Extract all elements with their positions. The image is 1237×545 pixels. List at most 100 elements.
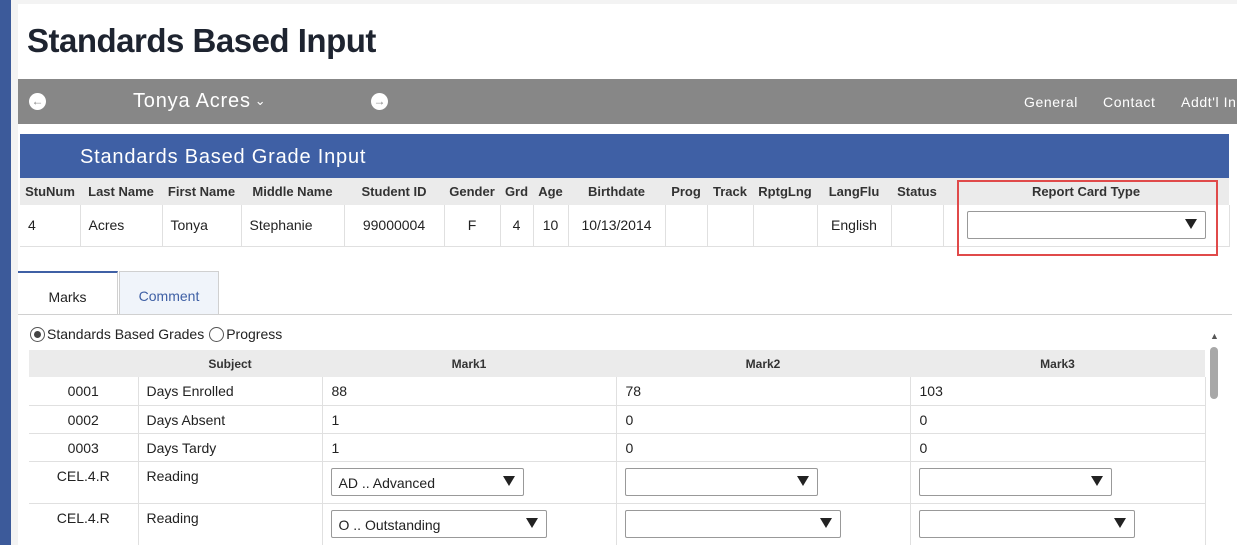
cell-age: 10: [533, 205, 569, 247]
radio-label-standards: Standards Based Grades: [47, 326, 205, 342]
dropdown-caret-icon: [796, 475, 809, 486]
row-mark2[interactable]: 0: [616, 433, 911, 462]
mark2-select[interactable]: [624, 509, 841, 538]
row-mark2-cell: [616, 461, 911, 504]
row-subject: Days Enrolled: [138, 377, 323, 406]
header-grade: Grd: [500, 178, 533, 205]
next-student-icon[interactable]: →: [371, 93, 388, 110]
mark1-select-value: AD .. Advanced: [338, 474, 436, 491]
radio-progress[interactable]: [209, 326, 225, 342]
mark2-select[interactable]: [624, 467, 818, 496]
cell-stunum: 4: [20, 205, 81, 247]
row-mark1[interactable]: 1: [322, 405, 617, 434]
row-code: 0002: [29, 405, 139, 434]
dropdown-caret-icon: [1090, 475, 1103, 486]
marks-header: Subject Mark1 Mark2 Mark3: [29, 350, 1205, 377]
header-status: Status: [891, 178, 943, 205]
header-stunum: StuNum: [20, 178, 80, 205]
tab-comment[interactable]: Comment: [119, 271, 219, 315]
tab-marks[interactable]: Marks: [18, 271, 118, 315]
header-mark2: Mark2: [616, 350, 910, 377]
student-selector[interactable]: Tonya Acres ⌄: [133, 90, 266, 113]
mark3-select[interactable]: [918, 509, 1135, 538]
marks-table: Subject Mark1 Mark2 Mark3 0001 Days Enro…: [29, 350, 1206, 545]
header-rptglng: RptgLng: [753, 178, 817, 205]
previous-student-icon[interactable]: ←: [29, 93, 46, 110]
row-mark1-cell: O .. Outstanding: [322, 503, 617, 545]
scroll-up-icon[interactable]: ▲: [1210, 331, 1219, 341]
cell-status: [891, 205, 944, 247]
row-code: CEL.4.R: [29, 461, 139, 504]
header-track: Track: [707, 178, 753, 205]
cell-langflu: English: [817, 205, 892, 247]
header-birthdate: Birthdate: [568, 178, 665, 205]
row-subject: Days Tardy: [138, 433, 323, 462]
dropdown-caret-icon: [1113, 517, 1126, 528]
row-mark3-cell: [910, 461, 1206, 504]
row-mark3[interactable]: 0: [910, 433, 1206, 462]
header-last-name: Last Name: [80, 178, 162, 205]
page-container: Standards Based Input ← Tonya Acres ⌄ → G…: [18, 4, 1237, 545]
row-subject: Reading: [138, 503, 323, 545]
dropdown-caret-icon: [525, 517, 538, 528]
row-mark1[interactable]: 88: [322, 377, 617, 406]
header-middle-name: Middle Name: [241, 178, 344, 205]
nav-link-contact[interactable]: Contact: [1103, 94, 1155, 110]
chevron-down-icon: ⌄: [254, 93, 267, 108]
row-mark3[interactable]: 103: [910, 377, 1206, 406]
row-mark3-cell: [910, 503, 1206, 545]
row-code: 0001: [29, 377, 139, 406]
cell-track: [707, 205, 754, 247]
report-card-type-highlight: [957, 180, 1218, 256]
nav-link-general[interactable]: General: [1024, 94, 1078, 110]
header-first-name: First Name: [162, 178, 241, 205]
table-row: 0001 Days Enrolled 88 78 103: [29, 377, 1206, 406]
student-name: Tonya Acres: [133, 90, 251, 112]
header-mark1: Mark1: [322, 350, 616, 377]
cell-first-name: Tonya: [162, 205, 242, 247]
header-gender: Gender: [444, 178, 500, 205]
mark1-select-value: O .. Outstanding: [338, 516, 441, 533]
row-mark2[interactable]: 78: [616, 377, 911, 406]
row-mark1[interactable]: 1: [322, 433, 617, 462]
row-mark3[interactable]: 0: [910, 405, 1206, 434]
dropdown-caret-icon: [819, 517, 832, 528]
header-student-id: Student ID: [344, 178, 444, 205]
vertical-scrollbar[interactable]: [1210, 347, 1218, 399]
row-mark1-cell: AD .. Advanced: [322, 461, 617, 504]
row-subject: Days Absent: [138, 405, 323, 434]
header-subject: Subject: [138, 350, 322, 377]
mark3-select[interactable]: [918, 467, 1112, 496]
header-prog: Prog: [665, 178, 707, 205]
cell-student-id: 99000004: [344, 205, 445, 247]
cell-prog: [665, 205, 708, 247]
nav-link-addtl-info[interactable]: Addt'l In: [1181, 94, 1237, 110]
row-subject: Reading: [138, 461, 323, 504]
row-code: 0003: [29, 433, 139, 462]
row-code: CEL.4.R: [29, 503, 139, 545]
radio-label-progress: Progress: [226, 326, 283, 342]
student-navbar: ← Tonya Acres ⌄ → General Contact Addt'l …: [18, 79, 1237, 124]
dropdown-caret-icon: [502, 475, 515, 486]
cell-rptglng: [753, 205, 818, 247]
header-langflu: LangFlu: [817, 178, 891, 205]
radio-standards-based-grades[interactable]: [30, 326, 45, 342]
table-row: CEL.4.R Reading AD .. Advanced: [29, 461, 1206, 504]
mark1-select[interactable]: AD .. Advanced: [330, 467, 524, 496]
left-accent-bar: [0, 0, 11, 545]
mark1-select[interactable]: O .. Outstanding: [330, 509, 547, 538]
cell-last-name: Acres: [80, 205, 163, 247]
cell-middle-name: Stephanie: [241, 205, 345, 247]
table-row: 0002 Days Absent 1 0 0: [29, 405, 1206, 434]
tab-divider: [18, 314, 1232, 315]
cell-gender: F: [444, 205, 501, 247]
row-mark2[interactable]: 0: [616, 405, 911, 434]
section-title: Standards Based Grade Input: [20, 134, 1229, 178]
table-row: 0003 Days Tardy 1 0 0: [29, 433, 1206, 462]
cell-birthdate: 10/13/2014: [568, 205, 666, 247]
cell-grade: 4: [500, 205, 534, 247]
header-mark3: Mark3: [910, 350, 1205, 377]
header-age: Age: [533, 178, 568, 205]
grade-mode-radios: Standards Based Grades Progress: [30, 326, 282, 342]
row-mark2-cell: [616, 503, 911, 545]
